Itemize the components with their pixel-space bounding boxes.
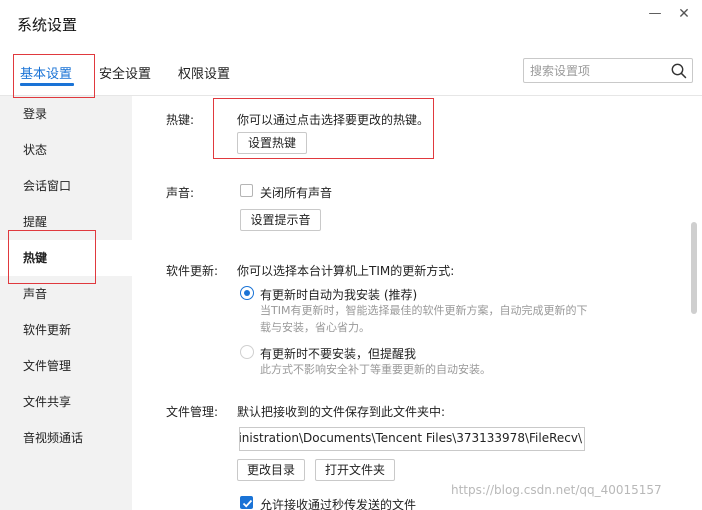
title-bar: 系统设置 — ✕	[0, 0, 702, 50]
checkmark-icon	[242, 499, 253, 508]
close-button[interactable]: ✕	[674, 6, 694, 22]
mute-all-label: 关闭所有声音	[260, 186, 333, 200]
allow-instant-transfer-label: 允许接收通过秒传发送的文件	[260, 498, 417, 510]
mute-all-checkbox[interactable]	[240, 184, 253, 197]
search-icon[interactable]	[670, 62, 688, 80]
download-path-field[interactable]: ministration\Documents\Tencent Files\373…	[239, 427, 585, 451]
set-notification-sound-button[interactable]: 设置提示音	[240, 209, 321, 231]
download-path-value: ministration\Documents\Tencent Files\373…	[239, 431, 582, 445]
change-directory-button[interactable]: 更改目录	[237, 459, 305, 481]
sidebar-item-file-management[interactable]: 文件管理	[0, 348, 132, 384]
tab-permission-settings[interactable]: 权限设置	[178, 63, 230, 82]
window-title: 系统设置	[17, 16, 78, 34]
sidebar: 登录 状态 会话窗口 提醒 热键 声音 软件更新 文件管理 文件共享 音视频通话	[0, 96, 132, 510]
hotkey-label: 热键:	[166, 113, 195, 127]
file-management-label: 文件管理:	[166, 405, 219, 419]
highlight-box-tab	[13, 54, 95, 98]
watermark: https://blog.csdn.net/qq_40015157	[451, 483, 662, 497]
auto-install-radio[interactable]	[240, 286, 254, 300]
sound-label: 声音:	[166, 186, 195, 200]
sidebar-item-av-call[interactable]: 音视频通话	[0, 420, 132, 456]
highlight-box-hotkey	[213, 98, 434, 159]
allow-instant-transfer-checkbox[interactable]	[240, 496, 253, 509]
open-folder-button[interactable]: 打开文件夹	[315, 459, 395, 481]
sidebar-item-login[interactable]: 登录	[0, 96, 132, 132]
tab-security-settings[interactable]: 安全设置	[99, 63, 151, 82]
auto-install-label: 有更新时自动为我安装 (推荐)	[260, 288, 418, 302]
update-description: 你可以选择本台计算机上TIM的更新方式:	[237, 264, 455, 278]
content-scrollbar[interactable]	[691, 222, 697, 314]
auto-install-hint-line2: 载与安装，省心省力。	[260, 321, 370, 334]
sidebar-item-file-sharing[interactable]: 文件共享	[0, 384, 132, 420]
update-label: 软件更新:	[166, 264, 219, 278]
file-management-description: 默认把接收到的文件保存到此文件夹中:	[237, 405, 446, 419]
notify-only-hint: 此方式不影响安全补丁等重要更新的自动安装。	[260, 363, 491, 376]
search-box	[523, 58, 693, 83]
highlight-box-sidebar	[8, 230, 96, 284]
sidebar-item-chat-window[interactable]: 会话窗口	[0, 168, 132, 204]
notify-only-radio[interactable]	[240, 345, 254, 359]
notify-only-label: 有更新时不要安装，但提醒我	[260, 347, 417, 361]
sidebar-item-status[interactable]: 状态	[0, 132, 132, 168]
auto-install-hint-line1: 当TIM有更新时，智能选择最佳的软件更新方案，自动完成更新的下	[260, 304, 588, 317]
search-input[interactable]	[530, 61, 670, 80]
sidebar-item-software-update[interactable]: 软件更新	[0, 312, 132, 348]
minimize-button[interactable]: —	[645, 6, 665, 22]
